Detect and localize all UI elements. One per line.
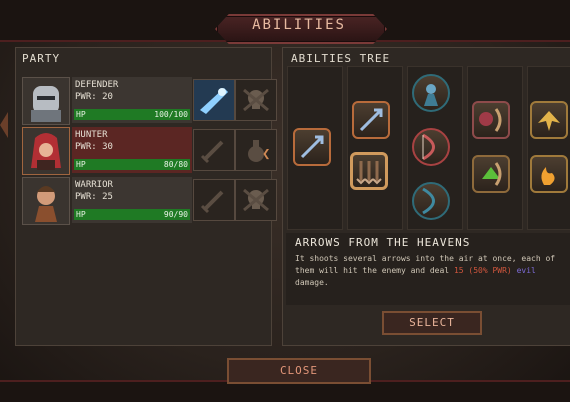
desc-type: evil bbox=[516, 266, 536, 275]
defender-info: DEFENDER PWR: 20 HP 100/100 bbox=[72, 77, 192, 123]
arrow-ability-icon[interactable] bbox=[352, 101, 390, 139]
arrow-ability-icon[interactable] bbox=[293, 128, 331, 166]
potion-locked-icon[interactable] bbox=[235, 129, 277, 171]
desc-damage: 15 (50% PWR) bbox=[453, 266, 512, 275]
bow-swirl-ability-icon[interactable] bbox=[412, 182, 450, 220]
hp-value: 100/100 bbox=[154, 110, 188, 119]
desc-suffix: damage. bbox=[295, 278, 329, 287]
skull-locked-icon[interactable] bbox=[235, 79, 277, 121]
party-row-hunter[interactable]: HUNTER PWR: 30 HP 80/80 bbox=[22, 127, 277, 175]
tree-label: ABILTIES TREE bbox=[291, 52, 391, 65]
hunter-portrait bbox=[22, 127, 70, 175]
member-name: WARRIOR bbox=[75, 180, 113, 190]
tree-column-2 bbox=[347, 66, 403, 230]
sword-locked-icon[interactable] bbox=[193, 129, 235, 171]
hp-value: 80/80 bbox=[163, 160, 188, 169]
sword-locked-icon[interactable] bbox=[193, 179, 235, 221]
ability-slot-ice-shard-icon[interactable] bbox=[193, 79, 235, 121]
party-panel: PARTY DEFENDER PWR: 20 HP 100/100 HUNTER… bbox=[15, 47, 277, 346]
select-button[interactable]: SELECT bbox=[382, 311, 482, 335]
eagle-ability-icon[interactable] bbox=[530, 101, 568, 139]
member-pwr: PWR: 25 bbox=[75, 192, 113, 202]
party-row-warrior[interactable]: WARRIOR PWR: 25 HP 90/90 bbox=[22, 177, 277, 225]
hp-value: 90/90 bbox=[163, 210, 188, 219]
page-title: ABILITIES bbox=[252, 17, 346, 33]
hp-label: HP bbox=[76, 110, 86, 119]
defender-portrait bbox=[22, 77, 70, 125]
heal-arrow-ability-icon[interactable] bbox=[472, 155, 510, 193]
member-pwr: PWR: 20 bbox=[75, 92, 113, 102]
tree-column-4 bbox=[467, 66, 523, 230]
ability-description: It shoots several arrows into the air at… bbox=[295, 253, 565, 289]
bow-ability-icon[interactable] bbox=[412, 128, 450, 166]
tree-column-5 bbox=[527, 66, 570, 230]
warrior-portrait bbox=[22, 177, 70, 225]
hunter-info: HUNTER PWR: 30 HP 80/80 bbox=[72, 127, 192, 173]
hp-label: HP bbox=[76, 160, 86, 169]
ability-title: ARROWS FROM THE HEAVENS bbox=[295, 236, 471, 249]
hp-label: HP bbox=[76, 210, 86, 219]
crossbow-ability-icon[interactable] bbox=[472, 101, 510, 139]
member-name: HUNTER bbox=[75, 130, 108, 140]
close-button[interactable]: CLOSE bbox=[227, 358, 371, 384]
archer-ability-icon[interactable] bbox=[412, 74, 450, 112]
member-pwr: PWR: 30 bbox=[75, 142, 113, 152]
warrior-info: WARRIOR PWR: 25 HP 90/90 bbox=[72, 177, 192, 223]
party-label: PARTY bbox=[22, 52, 61, 65]
fire-arrow-ability-icon[interactable] bbox=[530, 155, 568, 193]
party-row-defender[interactable]: DEFENDER PWR: 20 HP 100/100 bbox=[22, 77, 277, 125]
arrows-from-heavens-icon[interactable] bbox=[350, 152, 388, 190]
skull-locked-icon[interactable] bbox=[235, 179, 277, 221]
member-name: DEFENDER bbox=[75, 80, 119, 90]
chevron-left-icon: ❮ bbox=[262, 146, 271, 162]
